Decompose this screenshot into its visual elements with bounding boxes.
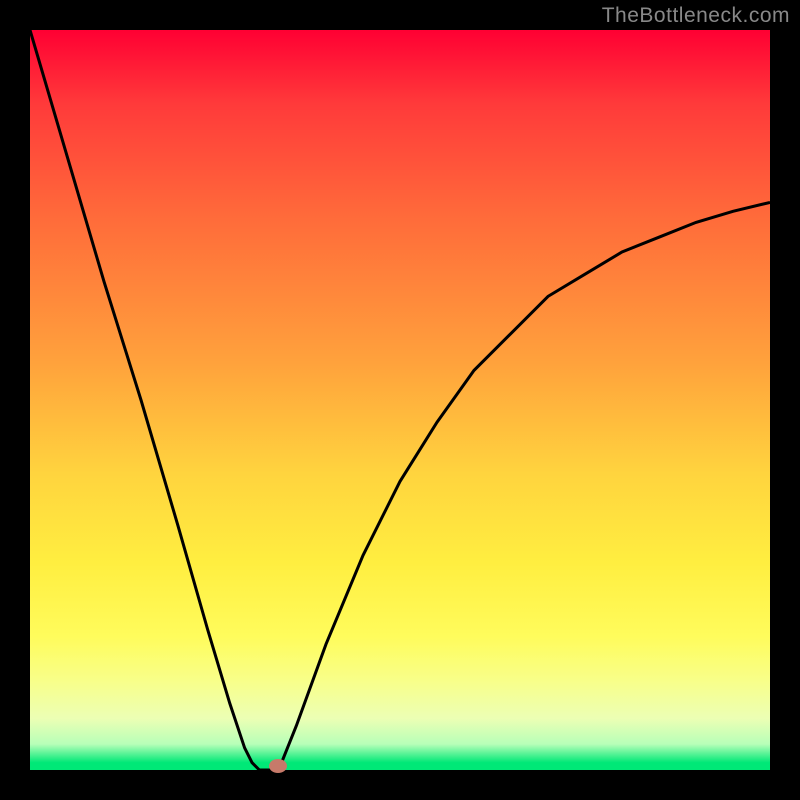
chart-svg [30, 30, 770, 770]
optimal-point-marker [269, 759, 287, 773]
plot-area [30, 30, 770, 770]
bottleneck-curve-path [30, 30, 770, 770]
attribution-text: TheBottleneck.com [602, 4, 790, 28]
